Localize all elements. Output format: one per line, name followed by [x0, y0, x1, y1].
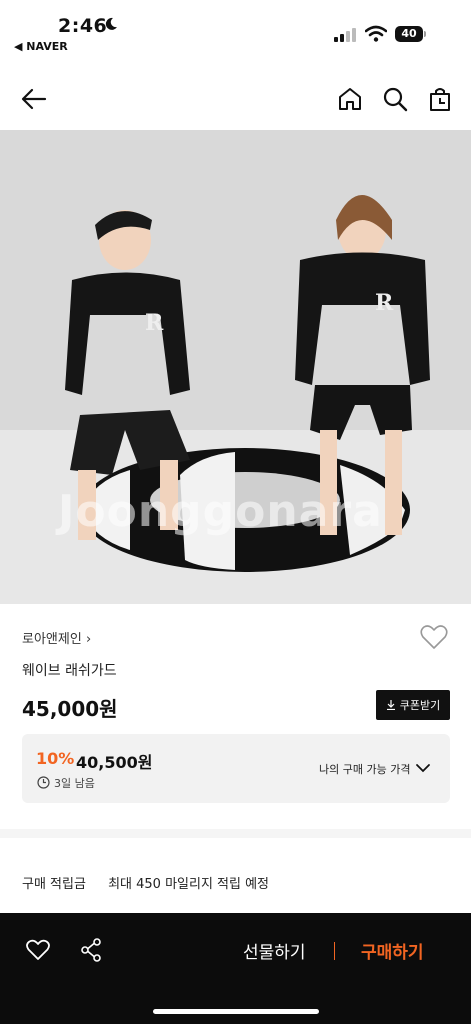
svg-text:R: R	[145, 310, 164, 336]
bar-separator	[334, 942, 335, 960]
brand-link[interactable]: 로아앤제인 ›	[22, 628, 91, 647]
status-time: 2:46	[58, 15, 108, 37]
moon-icon	[105, 17, 117, 30]
points-label: 구매 적립금	[22, 877, 86, 892]
product-title: 웨이브 래쉬가드	[22, 663, 117, 679]
home-icon[interactable]	[336, 85, 364, 113]
points-value: 최대 450 마일리지 적립 예정	[108, 877, 270, 892]
my-price-label[interactable]: 나의 구매 가능 가격	[319, 761, 410, 777]
heart-icon[interactable]	[420, 624, 448, 650]
search-icon[interactable]	[381, 85, 409, 113]
download-icon	[386, 700, 395, 710]
status-bar: 2:46 ◀ NAVER 40	[0, 0, 471, 60]
back-to-app-link[interactable]: ◀ NAVER	[14, 40, 68, 53]
heart-icon[interactable]	[26, 939, 50, 961]
time-remaining: 3일 남음	[54, 777, 95, 790]
battery-icon: 40	[395, 26, 426, 42]
discount-price: 40,500원	[76, 753, 153, 772]
product-price: 45,000원	[22, 697, 118, 721]
brand-name: 로아앤제인	[22, 632, 82, 647]
deal-box[interactable]: 10% 40,500원 3일 남음 나의 구매 가능 가격	[22, 734, 450, 803]
wifi-icon	[365, 25, 387, 42]
clock-icon	[37, 776, 50, 789]
svg-text:R: R	[375, 290, 394, 316]
top-nav	[0, 70, 471, 128]
coupon-button-label: 쿠폰받기	[399, 699, 441, 712]
home-indicator[interactable]	[153, 1009, 319, 1014]
discount-rate: 10%	[36, 749, 75, 768]
signal-icon	[334, 28, 356, 42]
back-arrow-icon[interactable]	[20, 85, 48, 113]
buy-button[interactable]: 구매하기	[361, 938, 424, 963]
share-icon[interactable]	[80, 938, 102, 962]
image-watermark: Joonggonara	[58, 486, 383, 537]
chevron-right-icon: ›	[85, 632, 92, 647]
bottom-action-bar: 선물하기 구매하기	[0, 913, 471, 1024]
chevron-down-icon[interactable]	[415, 762, 431, 774]
shopping-bag-icon[interactable]	[426, 85, 454, 113]
section-divider	[0, 829, 471, 838]
battery-level: 40	[395, 26, 423, 42]
gift-button[interactable]: 선물하기	[243, 938, 306, 963]
points-row: 구매 적립금 최대 450 마일리지 적립 예정	[22, 873, 269, 892]
coupon-button[interactable]: 쿠폰받기	[376, 690, 450, 720]
